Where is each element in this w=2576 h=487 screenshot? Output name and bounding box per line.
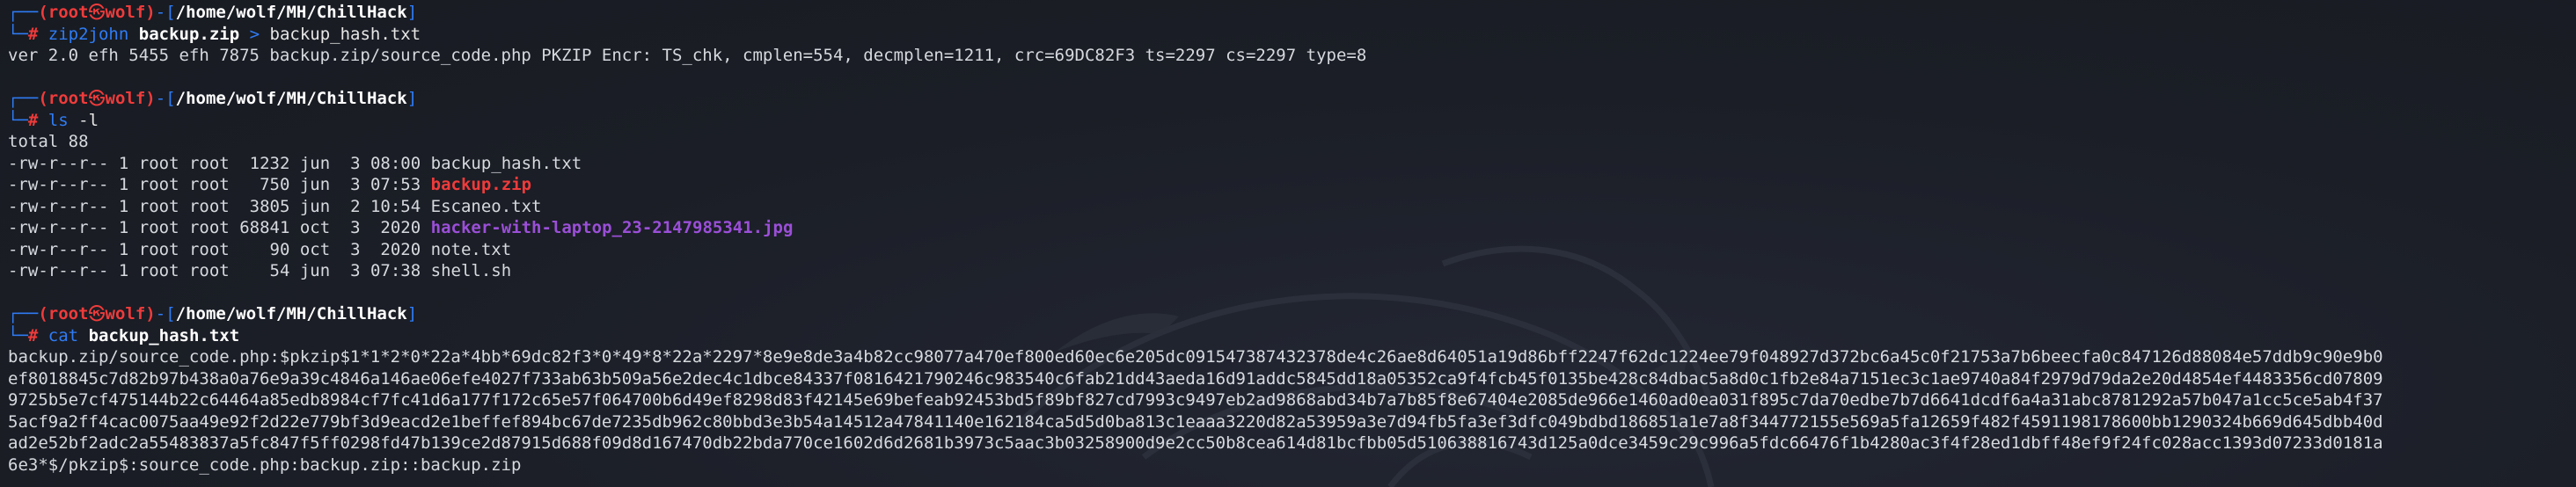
skull-icon: ㉿: [88, 3, 106, 22]
hash-line: 9725b5e7cf475144b22c64464a85edb8984cf7fc…: [8, 390, 2383, 410]
prompt-header: ┌──(root㉿wolf)-[/home/wolf/MH/ChillHack]: [8, 304, 418, 323]
file-row: -rw-r--r-- 1 root root 3805 jun 2 10:54 …: [8, 196, 542, 216]
file-row: -rw-r--r-- 1 root root 1232 jun 3 08:00 …: [8, 153, 582, 173]
hash-line: backup.zip/source_code.php:$pkzip$1*1*2*…: [8, 347, 2383, 367]
file-row: -rw-r--r-- 1 root root 68841 oct 3 2020 …: [8, 218, 794, 237]
command-name: zip2john: [48, 24, 129, 44]
command-output-line: ver 2.0 efh 5455 efh 7875 backup.zip/sou…: [8, 46, 1367, 65]
file-name: backup_hash.txt: [430, 153, 582, 173]
hash-line: ef8018845c7d82b97b438a0a76e9a39c4846a146…: [8, 368, 2383, 389]
file-row: -rw-r--r-- 1 root root 54 jun 3 07:38 sh…: [8, 261, 512, 280]
command-name: ls: [48, 110, 69, 130]
prompt-header: ┌──(root㉿wolf)-[/home/wolf/MH/ChillHack]: [8, 3, 418, 22]
hash-line: 6e3*$/pkzip$:source_code.php:backup.zip:…: [8, 454, 522, 475]
command-name: cat: [48, 325, 79, 345]
prompt-header: ┌──(root㉿wolf)-[/home/wolf/MH/ChillHack]: [8, 89, 418, 108]
command-line: └─# ls -l: [8, 110, 99, 130]
hash-output: backup.zip/source_code.php:$pkzip$1*1*2*…: [8, 346, 2568, 476]
file-name: shell.sh: [430, 261, 512, 280]
skull-icon: ㉿: [88, 89, 106, 108]
file-name: backup.zip: [430, 175, 532, 194]
file-row: -rw-r--r-- 1 root root 90 oct 3 2020 not…: [8, 239, 512, 259]
terminal-output: ┌──(root㉿wolf)-[/home/wolf/MH/ChillHack]…: [8, 2, 2568, 476]
hash-line: 5acf9a2ff4cac0075aa49e92f2d22e779bf3d9ea…: [8, 411, 2383, 432]
file-name: note.txt: [430, 239, 512, 259]
file-name: hacker-with-laptop_23-2147985341.jpg: [430, 218, 794, 237]
command-line: └─# cat backup_hash.txt: [8, 325, 240, 345]
hash-line: ad2e52bf2adc2a55483837a5fc847f5ff0298fd4…: [8, 433, 2383, 453]
file-row: -rw-r--r-- 1 root root 750 jun 3 07:53 b…: [8, 175, 532, 194]
ls-total: total 88: [8, 132, 89, 151]
file-name: Escaneo.txt: [430, 196, 542, 216]
terminal-window[interactable]: ┌──(root㉿wolf)-[/home/wolf/MH/ChillHack]…: [0, 0, 2576, 487]
command-line: └─# zip2john backup.zip > backup_hash.tx…: [8, 24, 421, 44]
skull-icon: ㉿: [88, 304, 106, 323]
file-list: -rw-r--r-- 1 root root 1232 jun 3 08:00 …: [8, 153, 2568, 282]
